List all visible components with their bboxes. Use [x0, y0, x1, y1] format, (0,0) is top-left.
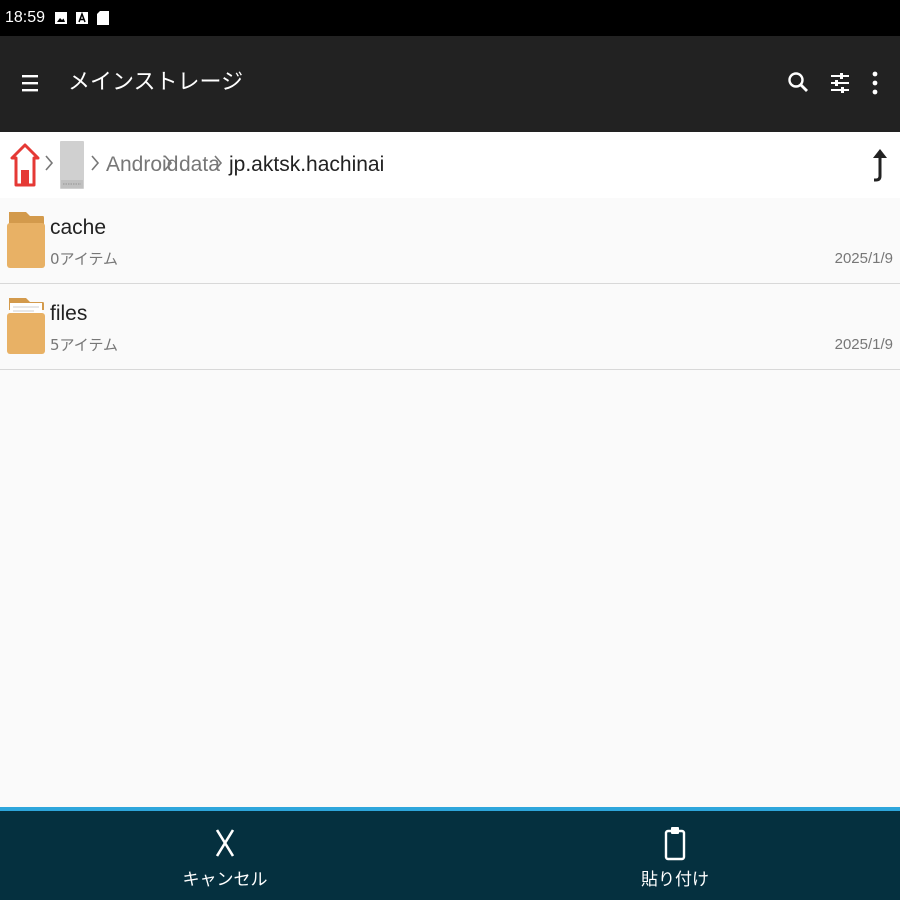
- list-item-files[interactable]: files 5アイテム 2025/1/9: [0, 284, 900, 370]
- menu-icon[interactable]: [20, 72, 42, 94]
- file-list: cache 0アイテム 2025/1/9 files 5アイテム 2025/1/…: [0, 198, 900, 370]
- sd-card-icon: [97, 11, 110, 25]
- file-date: 2025/1/9: [834, 336, 893, 353]
- toolbar-title: メインストレージ: [68, 70, 244, 95]
- clipboard-icon: [661, 825, 689, 861]
- home-icon[interactable]: [10, 142, 40, 188]
- image-icon: [55, 11, 68, 25]
- breadcrumb-item-current[interactable]: jp.aktsk.hachinai: [229, 151, 384, 179]
- folder-with-files-icon: [6, 296, 46, 356]
- toolbar: メインストレージ: [0, 36, 900, 132]
- paste-label: 貼り付け: [641, 870, 709, 890]
- a-icon: [76, 11, 89, 25]
- bottom-action-bar: キャンセル 貼り付け: [0, 807, 900, 900]
- file-item-count: 0アイテム: [50, 250, 119, 268]
- status-time: 18:59: [5, 9, 46, 26]
- chevron-right-icon: [163, 152, 173, 174]
- file-date: 2025/1/9: [834, 250, 893, 267]
- file-name: files: [50, 302, 88, 325]
- filter-icon[interactable]: [827, 70, 853, 96]
- cancel-label: キャンセル: [182, 870, 268, 890]
- up-arrow-icon[interactable]: [866, 146, 892, 184]
- paste-button[interactable]: 貼り付け: [575, 811, 775, 900]
- chevron-right-icon: [44, 152, 54, 174]
- list-item-cache[interactable]: cache 0アイテム 2025/1/9: [0, 198, 900, 284]
- cancel-button[interactable]: キャンセル: [125, 811, 325, 900]
- close-icon: [211, 825, 239, 861]
- breadcrumb: Android data jp.aktsk.hachinai: [0, 132, 900, 199]
- folder-icon: [6, 210, 46, 270]
- status-bar: 18:59: [0, 0, 900, 36]
- chevron-right-icon: [213, 152, 223, 174]
- more-vert-icon[interactable]: [862, 70, 888, 96]
- search-icon[interactable]: [786, 70, 812, 96]
- file-item-count: 5アイテム: [50, 336, 119, 354]
- storage-icon[interactable]: [58, 140, 86, 190]
- file-name: cache: [50, 216, 107, 239]
- chevron-right-icon: [90, 152, 100, 174]
